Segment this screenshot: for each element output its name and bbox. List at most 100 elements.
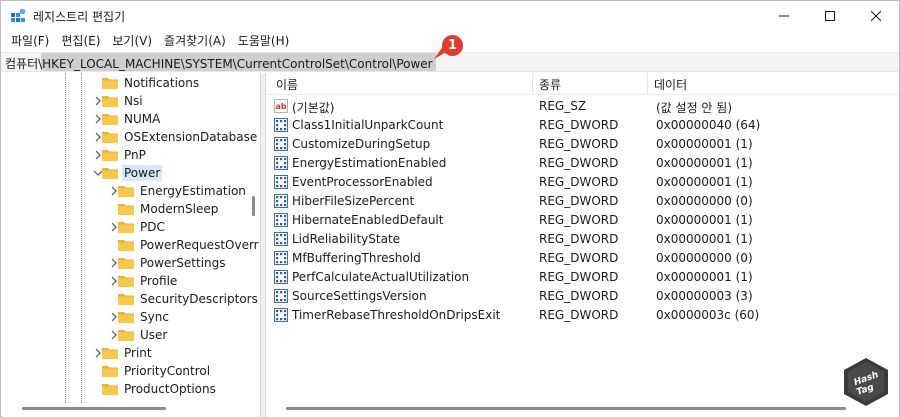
address-path[interactable]: 컴퓨터\HKEY_LOCAL_MACHINE\SYSTEM\CurrentCon… xyxy=(5,55,433,72)
tree-item-prioritycontrol[interactable]: PriorityControl xyxy=(2,362,260,380)
table-row[interactable]: EnergyEstimationEnabled REG_DWORD 0x000000… xyxy=(266,154,899,173)
tree-horizontal-scrollbar[interactable] xyxy=(22,407,166,410)
tree-item-securitydescriptors[interactable]: SecurityDescriptors xyxy=(2,290,260,308)
table-row[interactable]: LidReliabilityState REG_DWORD 0x00000001 (… xyxy=(266,230,899,249)
column-divider[interactable] xyxy=(647,73,648,95)
close-icon xyxy=(871,10,881,21)
cell-name: HibernateEnabledDefault xyxy=(292,213,444,227)
cell-type: REG_DWORD xyxy=(539,137,619,151)
values-list-pane[interactable]: 이름 종류 데이터 ab (기본값) REG_SZ (값 설정 안 됨) Class1I… xyxy=(266,73,899,417)
cell-type: REG_DWORD xyxy=(539,175,619,189)
tree-item-osextensiondatabase[interactable]: OSExtensionDatabase xyxy=(2,128,260,146)
cell-name: (기본값) xyxy=(292,101,335,115)
tree-item-label: Notifications xyxy=(124,76,200,90)
folder-icon xyxy=(118,294,134,305)
folder-icon xyxy=(102,96,118,107)
step-badge: 1 xyxy=(442,35,463,56)
binary-value-icon xyxy=(274,289,288,303)
column-divider[interactable] xyxy=(532,73,533,95)
cell-type: REG_DWORD xyxy=(539,308,619,322)
tree-item-sync[interactable]: Sync xyxy=(2,308,260,326)
cell-type: REG_DWORD xyxy=(539,118,619,132)
binary-value-icon xyxy=(274,118,288,132)
minimize-button[interactable] xyxy=(761,1,807,30)
tree-item-label: Profile xyxy=(140,274,178,288)
tree-item-energyestimation[interactable]: EnergyEstimation xyxy=(2,182,260,200)
tree-item-label: Power xyxy=(122,165,163,181)
table-row[interactable]: EventProcessorEnabled REG_DWORD 0x00000001… xyxy=(266,173,899,192)
menu-file[interactable]: 파일(F) xyxy=(5,31,55,51)
binary-value-icon xyxy=(274,213,288,227)
cell-data: 0x00000001 (1) xyxy=(656,137,753,151)
column-header-data[interactable]: 데이터 xyxy=(654,76,687,93)
menu-favorites[interactable]: 즐겨찾기(A) xyxy=(158,31,232,51)
table-row[interactable]: MfBufferingThreshold REG_DWORD 0x00000000 … xyxy=(266,249,899,268)
table-row[interactable]: SourceSettingsVersion REG_DWORD 0x00000003… xyxy=(266,287,899,306)
list-horizontal-scrollbar[interactable] xyxy=(286,407,846,410)
cell-name: PerfCalculateActualUtilization xyxy=(292,270,470,284)
cell-data: 0x00000001 (1) xyxy=(656,175,753,189)
column-header-name[interactable]: 이름 xyxy=(276,76,298,93)
tree-item-label: PnP xyxy=(124,148,146,162)
tree-item-print[interactable]: Print xyxy=(2,344,260,362)
tree-item-profile[interactable]: Profile xyxy=(2,272,260,290)
title-bar[interactable]: 레지스트리 편집기 xyxy=(1,1,899,30)
menu-edit[interactable]: 편집(E) xyxy=(55,31,106,51)
tree-item-label: NUMA xyxy=(124,112,161,126)
tree-item-nsi[interactable]: Nsi xyxy=(2,92,260,110)
registry-editor-window: 레지스트리 편집기 파일(F) 편집(E) 보기(V) 즐겨찾기(A) 도움말(… xyxy=(0,0,900,417)
table-row[interactable]: ab (기본값) REG_SZ (값 설정 안 됨) xyxy=(266,97,899,116)
tree-item-powersettings[interactable]: PowerSettings xyxy=(2,254,260,272)
folder-icon xyxy=(102,348,118,359)
registry-editor-icon xyxy=(11,8,26,22)
cell-type: REG_DWORD xyxy=(539,194,619,208)
table-row[interactable]: HiberFileSizePercent REG_DWORD 0x00000000 … xyxy=(266,192,899,211)
tree-item-power[interactable]: Power xyxy=(2,164,260,182)
binary-value-icon xyxy=(274,270,288,284)
cell-name: HiberFileSizePercent xyxy=(292,194,415,208)
table-row[interactable]: PerfCalculateActualUtilization REG_DWORD 0… xyxy=(266,268,899,287)
window-title: 레지스트리 편집기 xyxy=(33,10,126,24)
binary-value-icon xyxy=(274,194,288,208)
menu-help[interactable]: 도움말(H) xyxy=(232,31,296,51)
tree-item-powerrequestoverr[interactable]: PowerRequestOverr xyxy=(2,236,260,254)
close-button[interactable] xyxy=(853,1,899,30)
folder-icon xyxy=(102,78,118,89)
cell-type: REG_DWORD xyxy=(539,251,619,265)
maximize-button[interactable] xyxy=(807,1,853,30)
tree-item-user[interactable]: User xyxy=(2,326,260,344)
folder-icon xyxy=(118,240,134,251)
cell-data: 0x00000001 (1) xyxy=(656,270,753,284)
cell-name: EventProcessorEnabled xyxy=(292,175,433,189)
tree-item-label: User xyxy=(140,328,168,342)
cell-type: REG_DWORD xyxy=(539,213,619,227)
folder-icon xyxy=(118,222,134,233)
hashtag-logo: Hash Tag xyxy=(844,358,888,406)
cell-name: LidReliabilityState xyxy=(292,232,401,246)
tree-item-pnp[interactable]: PnP xyxy=(2,146,260,164)
tree-item-productoptions[interactable]: ProductOptions xyxy=(2,380,260,398)
cell-data: 0x00000003 (3) xyxy=(656,289,753,303)
tree-item-pdc[interactable]: PDC xyxy=(2,218,260,236)
cell-data: 0x00000001 (1) xyxy=(656,232,753,246)
table-row[interactable]: Class1InitialUnparkCount REG_DWORD 0x00000… xyxy=(266,116,899,135)
tree-item-label: ProductOptions xyxy=(124,382,216,396)
binary-value-icon xyxy=(274,156,288,170)
tree-item-numa[interactable]: NUMA xyxy=(2,110,260,128)
cell-type: REG_DWORD xyxy=(539,289,619,303)
binary-value-icon xyxy=(274,232,288,246)
tree-item-modernsleep[interactable]: ModernSleep xyxy=(2,200,260,218)
table-row[interactable]: CustomizeDuringSetup REG_DWORD 0x00000001 … xyxy=(266,135,899,154)
table-row[interactable]: HibernateEnabledDefault REG_DWORD 0x000000… xyxy=(266,211,899,230)
menu-view[interactable]: 보기(V) xyxy=(106,31,158,51)
column-header-type[interactable]: 종류 xyxy=(539,76,561,93)
cell-type: REG_DWORD xyxy=(539,232,619,246)
key-tree-pane[interactable]: Notifications Nsi NUMA OSExtensionDatabase P… xyxy=(2,73,260,417)
table-row[interactable]: TimerRebaseThresholdOnDripsExit REG_DWORD… xyxy=(266,306,899,325)
folder-icon xyxy=(118,312,134,323)
binary-value-icon xyxy=(274,308,288,322)
tree-item-label: SecurityDescriptors xyxy=(140,292,258,306)
folder-icon xyxy=(102,384,118,395)
folder-icon xyxy=(102,366,118,377)
tree-item-notifications[interactable]: Notifications xyxy=(2,74,260,92)
